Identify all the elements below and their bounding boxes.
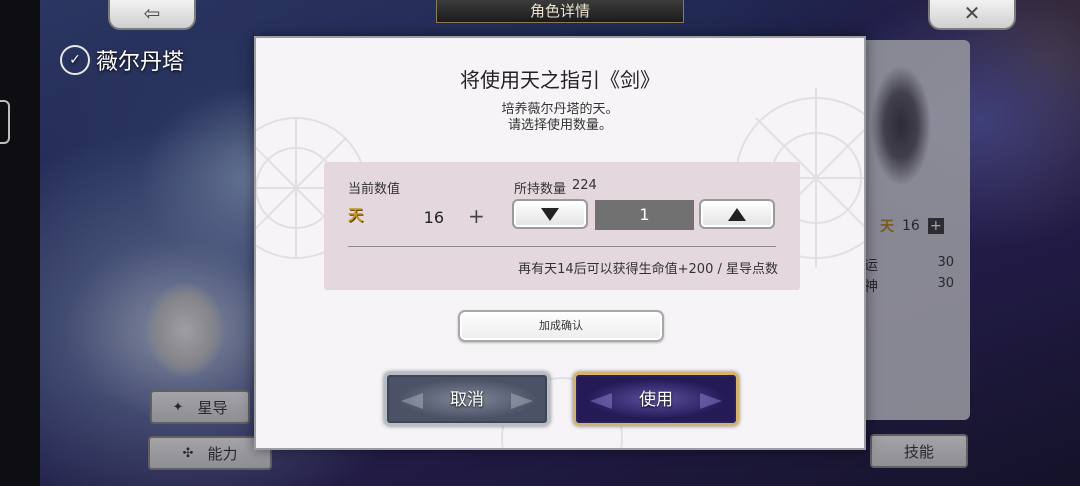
- back-arrow-icon: ⇦: [143, 1, 161, 25]
- wing-decoration-left: [401, 393, 423, 409]
- tian-icon: 天: [348, 206, 364, 224]
- close-icon: ✕: [963, 1, 981, 25]
- wing-decoration-right: [700, 393, 722, 409]
- use-button[interactable]: 使用: [573, 372, 739, 426]
- cancel-button[interactable]: 取消: [384, 372, 550, 426]
- triangle-up-icon: [728, 207, 746, 221]
- side-handle[interactable]: [0, 100, 10, 144]
- wing-decoration-left: [590, 393, 612, 409]
- dialog-description: 培养薇尔丹塔的天。 请选择使用数量。: [256, 102, 864, 134]
- character-name: 薇尔丹塔: [96, 50, 185, 75]
- use-item-dialog: 将使用天之指引《剑》 培养薇尔丹塔的天。 请选择使用数量。 当前数值 所持数量 …: [254, 36, 866, 450]
- plus-sign: +: [468, 204, 485, 228]
- current-value: 16: [423, 208, 444, 227]
- bonus-confirm-button[interactable]: 加成确认: [458, 310, 664, 342]
- wing-decoration-right: [511, 393, 533, 409]
- description-line: 培养薇尔丹塔的天。: [501, 102, 619, 117]
- divider: [348, 246, 776, 247]
- owned-label-text: 所持数量: [514, 182, 567, 197]
- triangle-down-icon: [541, 207, 559, 221]
- description-line: 请选择使用数量。: [507, 118, 612, 133]
- bonus-hint: 再有天14后可以获得生命值+200 / 星导点数: [518, 262, 778, 277]
- sword-class-icon: ✓: [60, 45, 90, 75]
- quantity-panel: 当前数值 所持数量 224 天 16 + 1 再有天14后可以获得生命值+200…: [324, 162, 800, 290]
- increase-button[interactable]: [699, 199, 775, 229]
- close-button[interactable]: ✕: [928, 0, 1016, 30]
- character-name-header: ✓ 薇尔丹塔: [60, 44, 184, 76]
- page-title: 角色详情: [436, 0, 684, 23]
- decrease-button[interactable]: [512, 199, 588, 229]
- quantity-field[interactable]: 1: [595, 200, 694, 230]
- back-button[interactable]: ⇦: [108, 0, 196, 30]
- screen-edge: [0, 0, 40, 486]
- current-value-label: 当前数值: [348, 182, 401, 197]
- dialog-title: 将使用天之指引《剑》: [460, 68, 660, 92]
- owned-quantity-label: 所持数量 224: [514, 178, 597, 197]
- owned-count: 224: [572, 178, 597, 193]
- cancel-label: 取消: [450, 390, 484, 410]
- use-label: 使用: [639, 390, 673, 410]
